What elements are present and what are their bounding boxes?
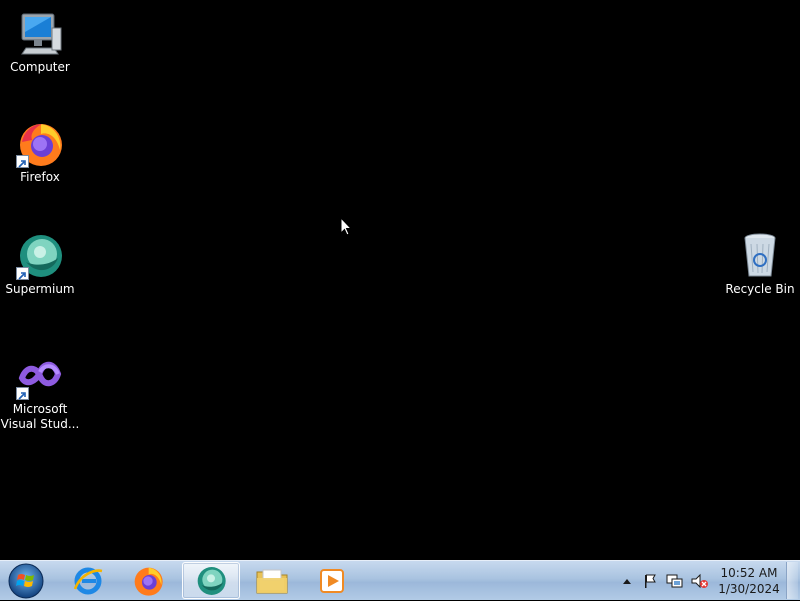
desktop-icon-label: Microsoft Visual Stud...	[0, 402, 80, 431]
supermium-icon	[16, 232, 64, 280]
desktop-icon-label: Supermium	[5, 282, 75, 296]
taskbar: 10:52 AM 1/30/2024	[0, 560, 800, 600]
network-icon	[666, 574, 683, 588]
firefox-icon	[16, 120, 64, 168]
taskbar-file-explorer[interactable]	[244, 562, 300, 599]
desktop-icon-firefox[interactable]: Firefox	[0, 120, 80, 185]
windows-start-orb-icon	[8, 563, 44, 599]
desktop-icon-label: Firefox	[20, 170, 60, 184]
file-explorer-icon	[256, 569, 288, 593]
mouse-cursor-icon	[340, 216, 353, 241]
computer-icon	[16, 10, 64, 58]
recycle-bin-icon	[736, 232, 784, 280]
supermium-icon	[197, 566, 226, 595]
taskbar-media-player[interactable]	[304, 562, 360, 599]
action-center-button[interactable]	[641, 573, 659, 589]
internet-explorer-icon	[73, 567, 103, 594]
taskbar-supermium[interactable]	[182, 562, 240, 599]
chevron-up-icon	[623, 579, 631, 584]
volume-muted-icon	[691, 573, 708, 589]
clock-date: 1/30/2024	[718, 582, 780, 596]
desktop-icon-computer[interactable]: Computer	[0, 10, 80, 75]
visual-studio-icon	[16, 352, 64, 400]
desktop-icon-supermium[interactable]: Supermium	[0, 232, 80, 297]
media-player-icon	[320, 568, 344, 593]
show-hidden-icons-button[interactable]	[618, 573, 636, 589]
start-button[interactable]	[5, 561, 47, 601]
desktop-icon-visual-studio[interactable]: Microsoft Visual Stud...	[0, 352, 80, 432]
shortcut-arrow-icon	[16, 155, 29, 168]
desktop[interactable]: Computer Firefox Supermium Microsoft Vis…	[0, 0, 800, 560]
show-desktop-button[interactable]	[786, 562, 798, 599]
taskbar-internet-explorer[interactable]	[60, 562, 116, 599]
firefox-icon	[134, 567, 163, 596]
desktop-icon-recycle-bin[interactable]: Recycle Bin	[720, 232, 800, 297]
shortcut-arrow-icon	[16, 387, 29, 400]
taskbar-firefox[interactable]	[120, 562, 176, 599]
clock-time: 10:52 AM	[720, 566, 778, 580]
volume-button[interactable]	[691, 573, 709, 589]
clock[interactable]: 10:52 AM 1/30/2024	[716, 565, 782, 597]
desktop-icon-label: Recycle Bin	[725, 282, 795, 296]
network-button[interactable]	[666, 573, 684, 589]
action-center-flag-icon	[645, 574, 656, 588]
shortcut-arrow-icon	[16, 267, 29, 280]
desktop-icon-label: Computer	[10, 60, 70, 74]
